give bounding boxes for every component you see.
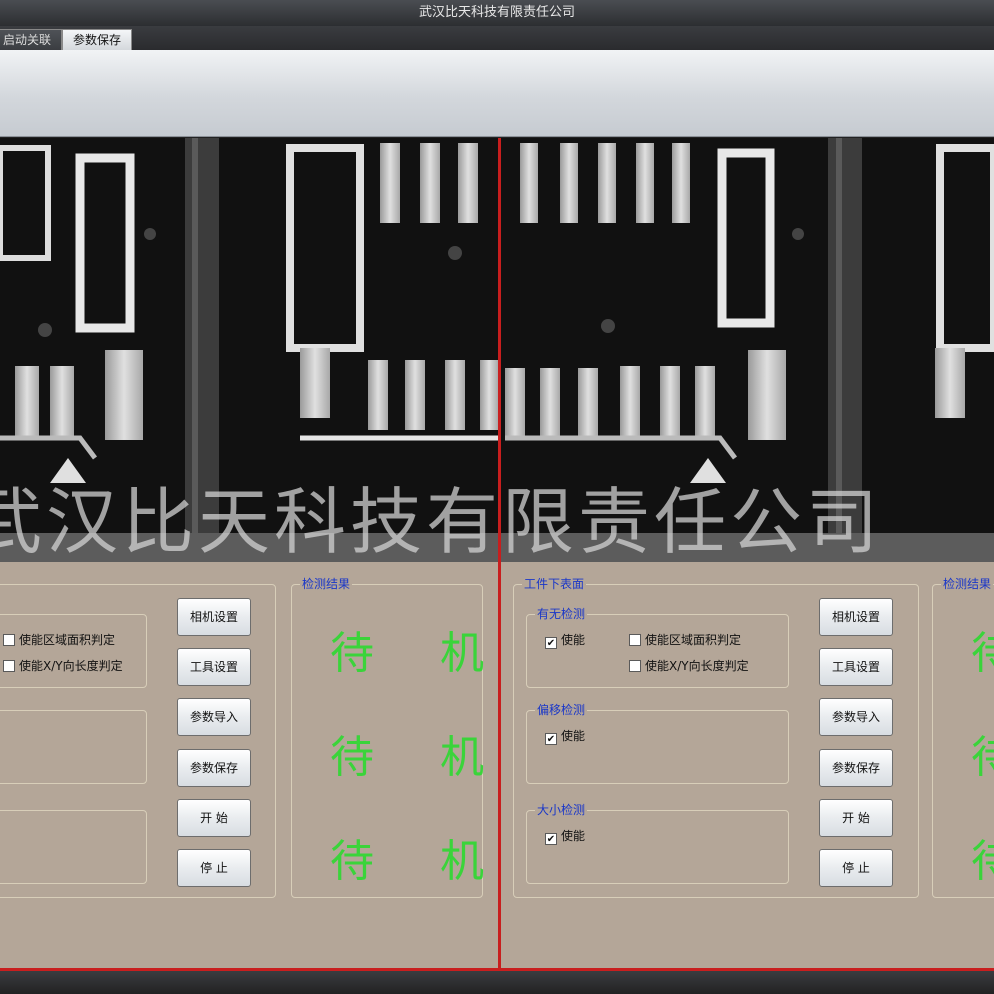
- right-size-group: 大小检测 ✔ 使能: [526, 802, 789, 884]
- right-param-import-button[interactable]: 参数导入: [819, 698, 893, 736]
- right-offset-enable-check[interactable]: ✔ 使能: [545, 729, 585, 745]
- right-presence-group: 有无检测 ✔ 使能 使能区域面积判定 使能X/Y向长度判定: [526, 606, 789, 688]
- right-offset-title: 偏移检测: [535, 702, 588, 718]
- company-watermark: 武汉比天科技有限责任公司: [0, 480, 883, 564]
- left-status-2: 待 机: [330, 732, 510, 783]
- window-title: 武汉比天科技有限责任公司: [418, 5, 575, 20]
- left-control-panel: 使能区域面积判定 使能X/Y向长度判定 相机设置 工具设置 参数导入 参数保存 …: [0, 562, 498, 968]
- left-stop-button[interactable]: 停 止: [177, 849, 251, 887]
- checkbox-checked-icon[interactable]: ✔: [545, 637, 557, 649]
- right-offset-enable-label: 使能: [561, 729, 586, 743]
- left-result-group: 检测结果 待 机 待 机 待 机: [291, 576, 484, 898]
- tab-param-save[interactable]: 参数保存: [62, 29, 133, 50]
- left-presence-group: 使能区域面积判定 使能X/Y向长度判定: [0, 614, 147, 688]
- checkbox-icon[interactable]: [3, 660, 15, 672]
- left-offset-group: [0, 710, 147, 784]
- right-param-save-button[interactable]: 参数保存: [819, 749, 893, 787]
- right-offset-group: 偏移检测 ✔ 使能: [526, 702, 789, 784]
- tab-bar: 启动关联 参数保存: [0, 26, 994, 50]
- tab-startup-link[interactable]: 启动关联: [0, 29, 63, 50]
- right-area-check-label: 使能区域面积判定: [645, 633, 742, 647]
- checkbox-icon[interactable]: [3, 634, 15, 646]
- left-param-import-button[interactable]: 参数导入: [177, 698, 251, 736]
- left-xy-check[interactable]: 使能X/Y向长度判定: [3, 659, 123, 673]
- left-start-button[interactable]: 开 始: [177, 799, 251, 837]
- window-title-bar: 武汉比天科技有限责任公司: [0, 0, 994, 26]
- right-presence-title: 有无检测: [535, 606, 588, 622]
- right-status-3: 待: [971, 825, 994, 889]
- right-size-enable-label: 使能: [561, 829, 586, 843]
- right-control-panel: 工件下表面 有无检测 ✔ 使能 使能区域面积判定 使能X/Y向长度判定 偏移检测 …: [501, 562, 994, 968]
- right-start-button[interactable]: 开 始: [819, 799, 893, 837]
- right-part-title: 工件下表面: [522, 576, 587, 592]
- left-status-1: 待 机: [330, 628, 510, 679]
- right-size-enable-check[interactable]: ✔ 使能: [545, 829, 585, 845]
- right-presence-enable-check[interactable]: ✔ 使能: [545, 633, 585, 649]
- left-result-title: 检测结果: [300, 576, 353, 592]
- right-size-title: 大小检测: [535, 802, 588, 818]
- left-status-3: 待 机: [330, 836, 510, 887]
- right-result-title: 检测结果: [941, 576, 994, 592]
- checkbox-checked-icon[interactable]: ✔: [545, 733, 557, 745]
- checkbox-icon[interactable]: [629, 634, 641, 646]
- left-xy-check-label: 使能X/Y向长度判定: [19, 659, 123, 673]
- checkbox-icon[interactable]: [629, 660, 641, 672]
- checkbox-checked-icon[interactable]: ✔: [545, 833, 557, 845]
- right-status-1: 待: [971, 617, 994, 681]
- right-presence-enable-label: 使能: [561, 633, 586, 647]
- right-status-2: 待: [971, 721, 994, 785]
- left-param-save-button[interactable]: 参数保存: [177, 749, 251, 787]
- right-xy-check[interactable]: 使能X/Y向长度判定: [629, 659, 749, 673]
- panel-divider: [498, 138, 501, 970]
- right-stop-button[interactable]: 停 止: [819, 849, 893, 887]
- ribbon-area: [0, 50, 994, 137]
- status-footer: [0, 971, 994, 994]
- right-result-group: 检测结果 待 待 待: [932, 576, 994, 898]
- right-tool-settings-button[interactable]: 工具设置: [819, 648, 893, 686]
- right-xy-check-label: 使能X/Y向长度判定: [645, 659, 749, 673]
- right-area-check[interactable]: 使能区域面积判定: [629, 633, 741, 647]
- left-tool-settings-button[interactable]: 工具设置: [177, 648, 251, 686]
- left-area-check-label: 使能区域面积判定: [19, 633, 116, 647]
- left-size-group: [0, 810, 147, 884]
- right-camera-settings-button[interactable]: 相机设置: [819, 598, 893, 636]
- left-area-check[interactable]: 使能区域面积判定: [3, 633, 115, 647]
- left-camera-settings-button[interactable]: 相机设置: [177, 598, 251, 636]
